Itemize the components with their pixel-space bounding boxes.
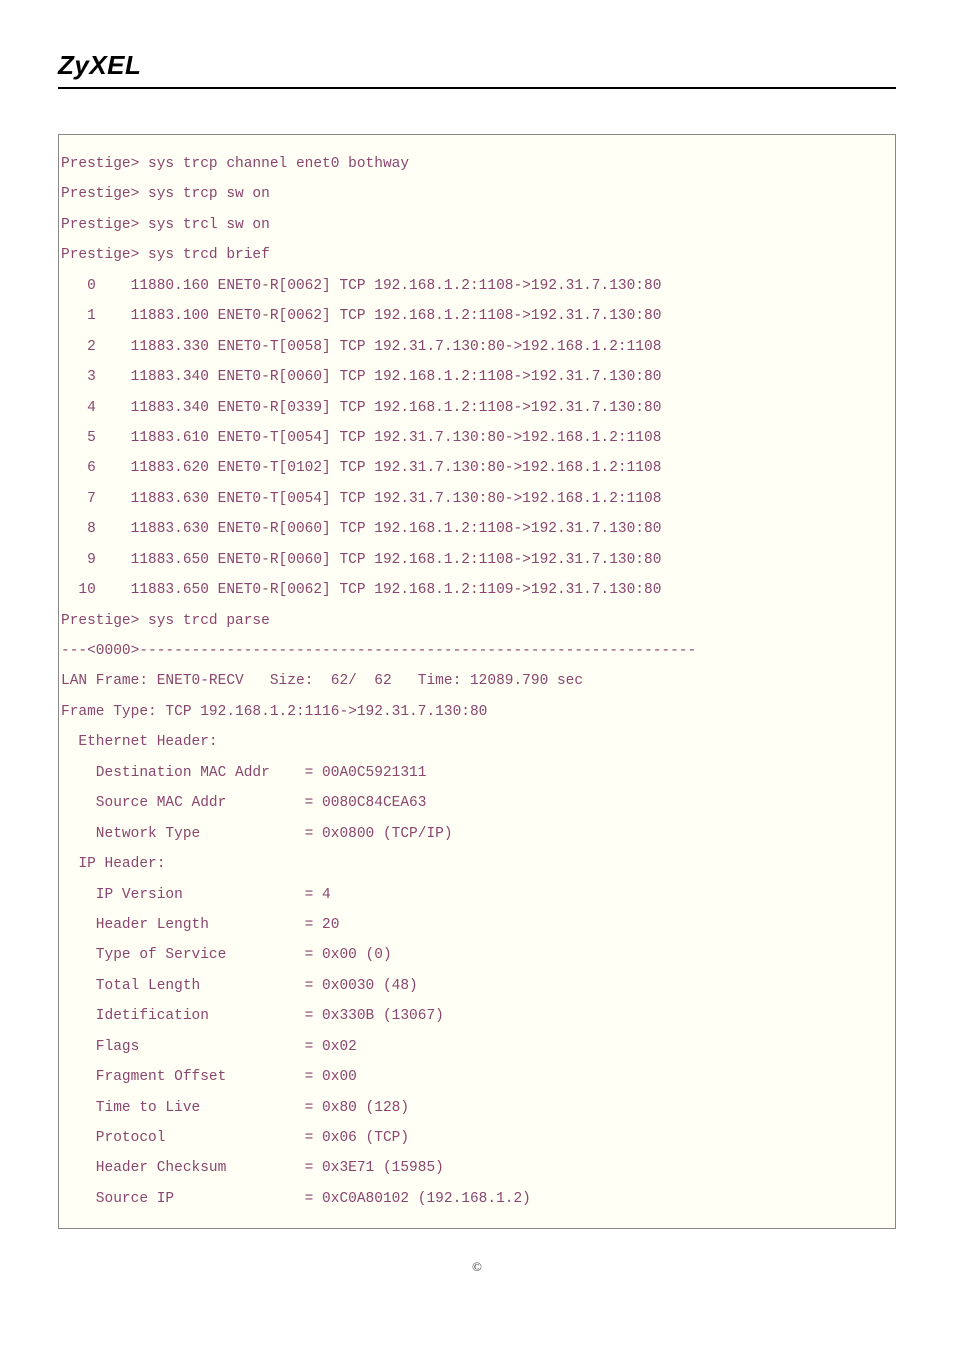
terminal-line: Protocol = 0x06 (TCP): [59, 1123, 895, 1153]
terminal-line: ---<0000>-------------------------------…: [59, 636, 895, 666]
terminal-line: Prestige> sys trcd brief: [59, 240, 895, 270]
terminal-line: Header Checksum = 0x3E71 (15985): [59, 1153, 895, 1183]
terminal-line: 4 11883.340 ENET0-R[0339] TCP 192.168.1.…: [59, 393, 895, 423]
terminal-line: 1 11883.100 ENET0-R[0062] TCP 192.168.1.…: [59, 301, 895, 331]
terminal-line: Network Type = 0x0800 (TCP/IP): [59, 819, 895, 849]
terminal-line: Idetification = 0x330B (13067): [59, 1001, 895, 1031]
terminal-line: Header Length = 20: [59, 910, 895, 940]
terminal-line: Prestige> sys trcp sw on: [59, 179, 895, 209]
terminal-line: Prestige> sys trcp channel enet0 bothway: [59, 149, 895, 179]
terminal-line: Source MAC Addr = 0080C84CEA63: [59, 788, 895, 818]
terminal-line: 9 11883.650 ENET0-R[0060] TCP 192.168.1.…: [59, 545, 895, 575]
document-page: ZyXEL Prestige> sys trcp channel enet0 b…: [0, 0, 954, 1305]
terminal-line: Source IP = 0xC0A80102 (192.168.1.2): [59, 1184, 895, 1214]
page-footer: ©: [58, 1229, 896, 1275]
terminal-line: Ethernet Header:: [59, 727, 895, 757]
terminal-line: 3 11883.340 ENET0-R[0060] TCP 192.168.1.…: [59, 362, 895, 392]
terminal-line: IP Header:: [59, 849, 895, 879]
terminal-line: 0 11880.160 ENET0-R[0062] TCP 192.168.1.…: [59, 271, 895, 301]
terminal-line: Total Length = 0x0030 (48): [59, 971, 895, 1001]
terminal-line: Flags = 0x02: [59, 1032, 895, 1062]
terminal-line: 8 11883.630 ENET0-R[0060] TCP 192.168.1.…: [59, 514, 895, 544]
terminal-line: Type of Service = 0x00 (0): [59, 940, 895, 970]
terminal-line: 7 11883.630 ENET0-T[0054] TCP 192.31.7.1…: [59, 484, 895, 514]
terminal-line: Fragment Offset = 0x00: [59, 1062, 895, 1092]
terminal-line: Destination MAC Addr = 00A0C5921311: [59, 758, 895, 788]
terminal-line: Time to Live = 0x80 (128): [59, 1093, 895, 1123]
terminal-line: 2 11883.330 ENET0-T[0058] TCP 192.31.7.1…: [59, 332, 895, 362]
terminal-line: 10 11883.650 ENET0-R[0062] TCP 192.168.1…: [59, 575, 895, 605]
terminal-output: Prestige> sys trcp channel enet0 bothway…: [58, 134, 896, 1229]
terminal-line: IP Version = 4: [59, 880, 895, 910]
brand-header: ZyXEL: [58, 50, 896, 89]
terminal-line: Frame Type: TCP 192.168.1.2:1116->192.31…: [59, 697, 895, 727]
terminal-line: Prestige> sys trcl sw on: [59, 210, 895, 240]
terminal-line: 6 11883.620 ENET0-T[0102] TCP 192.31.7.1…: [59, 453, 895, 483]
terminal-line: LAN Frame: ENET0-RECV Size: 62/ 62 Time:…: [59, 666, 895, 696]
terminal-line: 5 11883.610 ENET0-T[0054] TCP 192.31.7.1…: [59, 423, 895, 453]
terminal-line: Prestige> sys trcd parse: [59, 606, 895, 636]
